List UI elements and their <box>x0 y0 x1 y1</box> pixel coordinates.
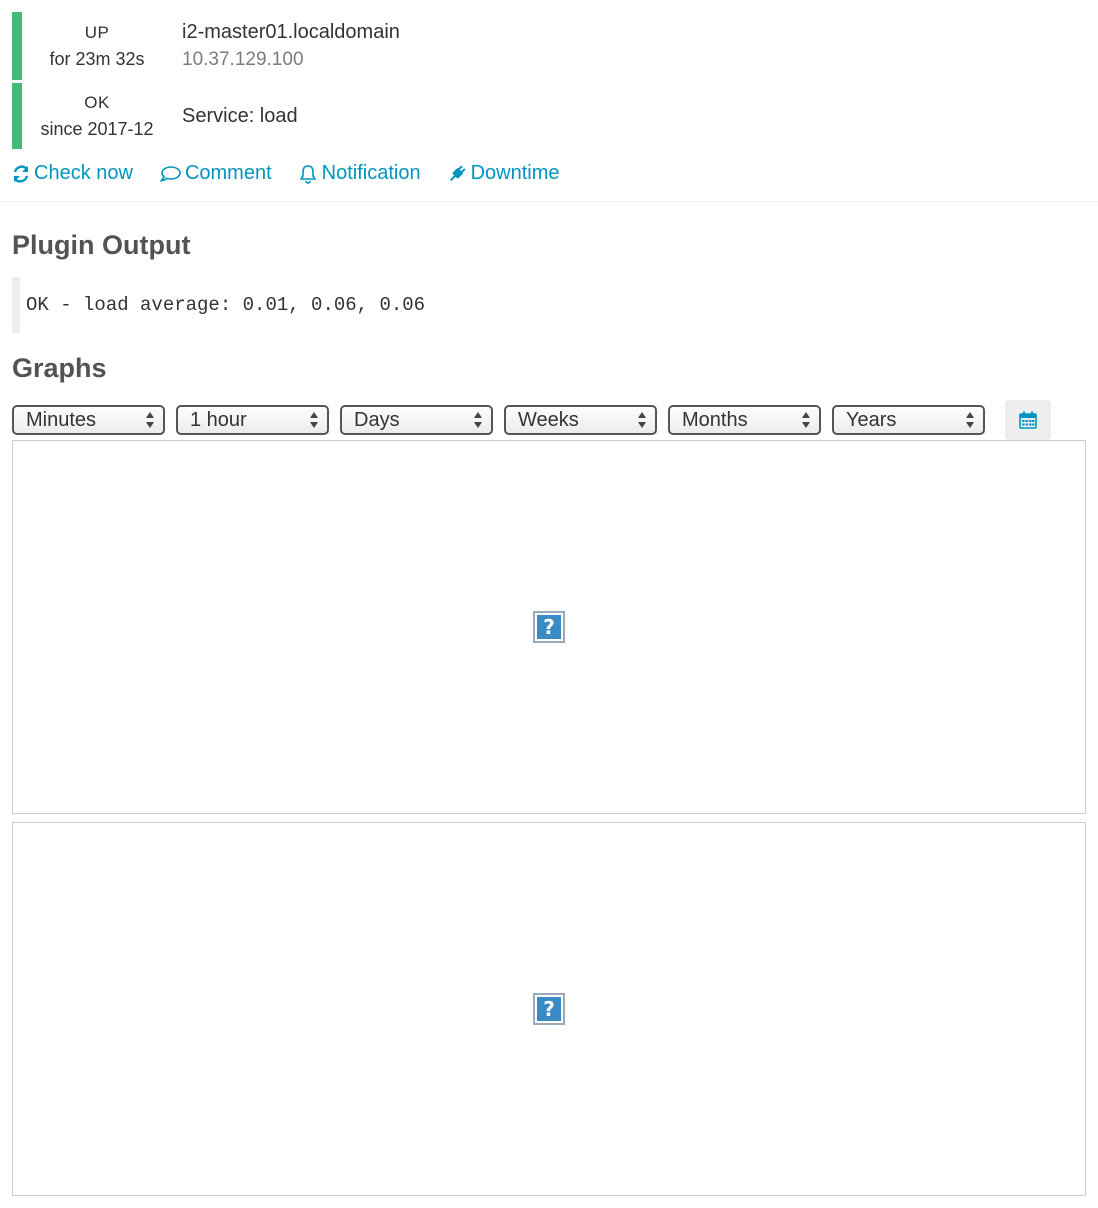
plugin-output: OK - load average: 0.01, 0.06, 0.06 <box>12 277 512 333</box>
weeks-select[interactable]: Weeks <box>504 405 657 435</box>
check-now-link[interactable]: Check now <box>12 162 133 185</box>
check-now-label: Check now <box>34 162 133 184</box>
host-state-bar <box>12 12 22 80</box>
host-state-row: UP for 23m 32s i2-master01.localdomain 1… <box>12 12 400 80</box>
host-state-duration: for 23m 32s <box>49 49 145 69</box>
service-name: Service: load <box>182 105 298 127</box>
broken-image-icon: ? <box>533 993 565 1025</box>
comment-link[interactable]: Comment <box>159 162 272 185</box>
weeks-select-value: Weeks <box>518 409 579 431</box>
select-arrows-icon <box>310 412 318 428</box>
broken-image-glyph: ? <box>537 997 561 1021</box>
days-select[interactable]: Days <box>340 405 493 435</box>
service-info: Service: load <box>182 102 298 130</box>
graphs-title: Graphs <box>12 353 107 383</box>
broken-image-icon: ? <box>533 611 565 643</box>
years-select-value: Years <box>846 409 897 431</box>
select-arrows-icon <box>474 412 482 428</box>
hours-select[interactable]: 1 hour <box>176 405 329 435</box>
refresh-icon <box>13 165 29 182</box>
service-state: OK <box>84 93 110 112</box>
hours-select-value: 1 hour <box>190 409 247 431</box>
host-state: UP <box>84 23 110 42</box>
select-arrows-icon <box>146 412 154 428</box>
graph-range-selects: Minutes 1 hour Days Weeks Months Years <box>12 405 996 435</box>
comment-icon <box>160 165 181 182</box>
graph-panel-1: ? <box>12 440 1086 814</box>
host-address: 10.37.129.100 <box>182 49 304 70</box>
calendar-icon <box>1019 411 1037 429</box>
minutes-select-value: Minutes <box>26 409 97 431</box>
select-arrows-icon <box>802 412 810 428</box>
service-state-bar <box>12 83 22 149</box>
detail-header: UP for 23m 32s i2-master01.localdomain 1… <box>0 0 1098 202</box>
plugin-output-text: OK - load average: 0.01, 0.06, 0.06 <box>26 294 426 316</box>
plugin-output-title: Plugin Output <box>12 230 191 260</box>
bell-icon <box>299 164 316 184</box>
plug-icon <box>449 165 466 181</box>
host-name: i2-master01.localdomain <box>182 21 400 43</box>
months-select[interactable]: Months <box>668 405 821 435</box>
broken-image-glyph: ? <box>537 615 561 639</box>
quick-actions: Check now Comment Notification Downtime <box>12 162 586 185</box>
graph-panel-2: ? <box>12 822 1086 1196</box>
host-state-col: UP for 23m 32s <box>22 20 172 72</box>
downtime-label: Downtime <box>470 162 560 184</box>
months-select-value: Months <box>682 409 748 431</box>
notification-link[interactable]: Notification <box>298 162 421 185</box>
downtime-link[interactable]: Downtime <box>447 162 560 185</box>
years-select[interactable]: Years <box>832 405 985 435</box>
host-info: i2-master01.localdomain 10.37.129.100 <box>182 18 400 74</box>
service-state-col: OK since 2017-12 <box>22 90 172 142</box>
days-select-value: Days <box>354 409 400 431</box>
notification-label: Notification <box>321 162 421 184</box>
service-state-row: OK since 2017-12 Service: load <box>12 83 298 149</box>
minutes-select[interactable]: Minutes <box>12 405 165 435</box>
service-state-since: since 2017-12 <box>40 119 154 139</box>
calendar-button[interactable] <box>1005 400 1051 440</box>
select-arrows-icon <box>638 412 646 428</box>
select-arrows-icon <box>966 412 974 428</box>
comment-label: Comment <box>184 162 272 184</box>
